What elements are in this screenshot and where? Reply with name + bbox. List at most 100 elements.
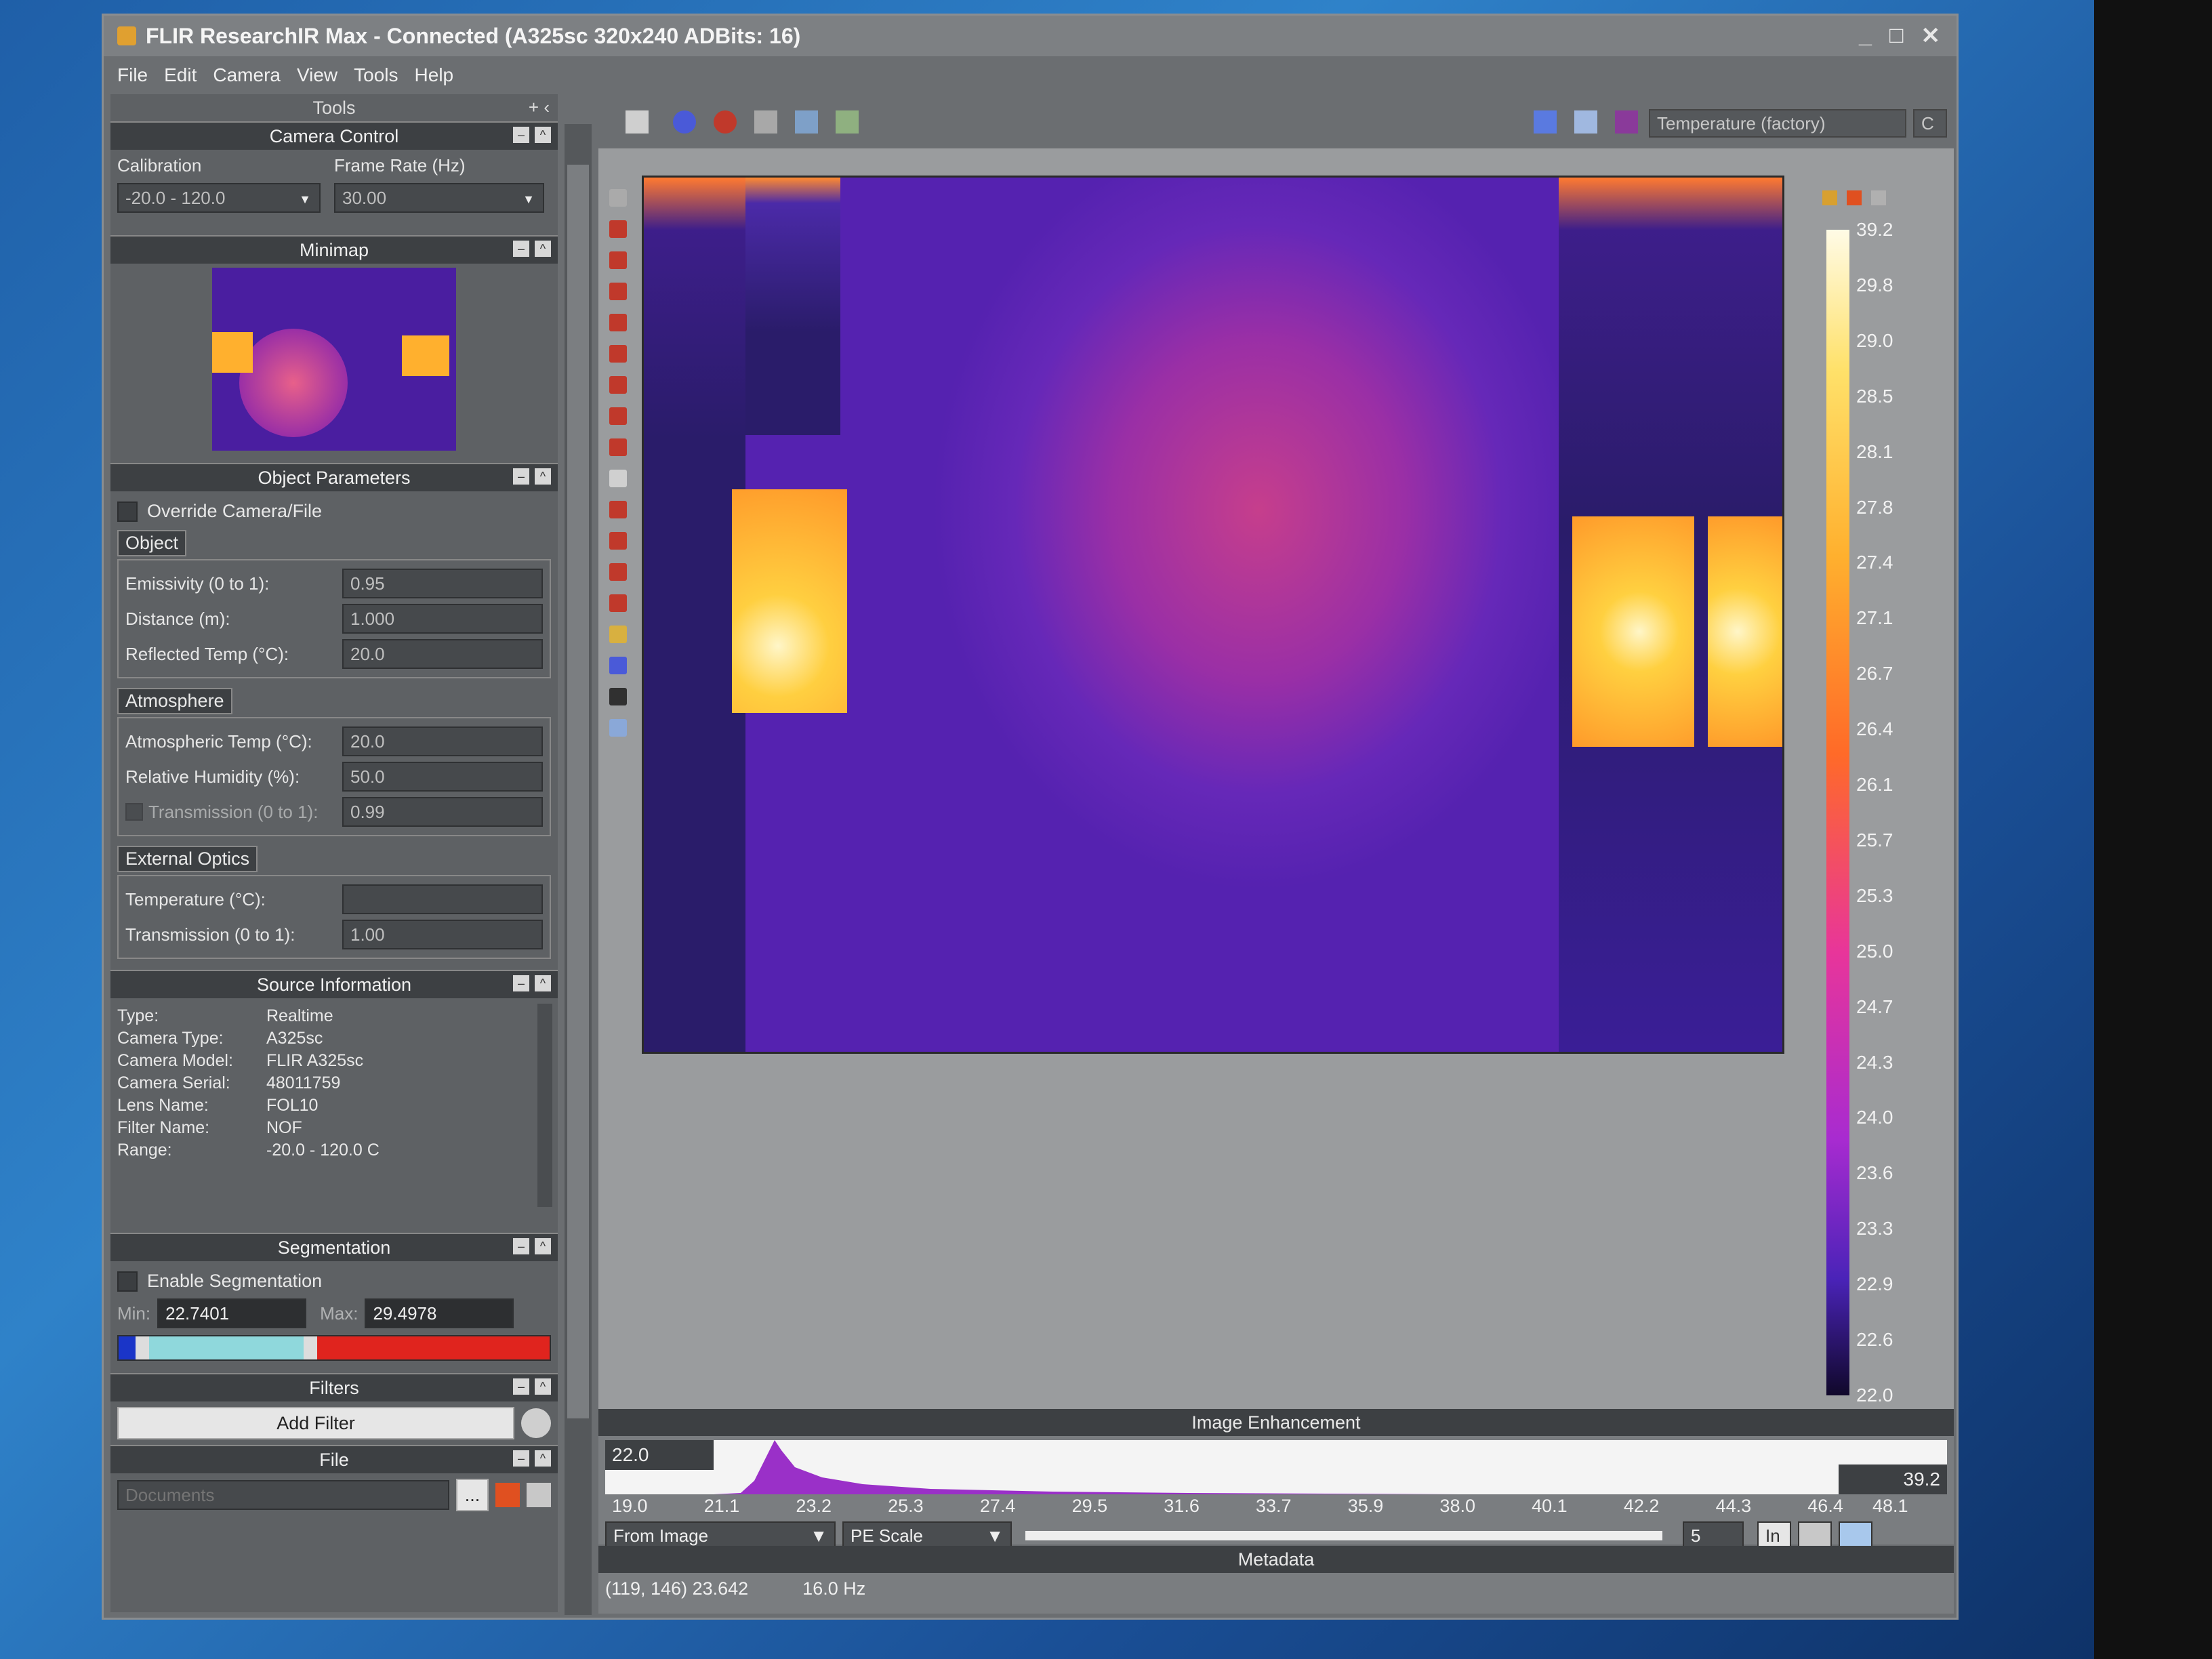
palette-reset-icon[interactable] bbox=[1847, 190, 1862, 205]
polygon-tool-icon[interactable] bbox=[609, 345, 627, 363]
scrollbar-thumb[interactable] bbox=[567, 165, 589, 1418]
collapse-icon[interactable]: – bbox=[513, 1378, 529, 1395]
thermal-image[interactable] bbox=[642, 176, 1784, 1054]
enhancement-slider[interactable] bbox=[1025, 1531, 1662, 1540]
add-filter-button[interactable]: Add Filter bbox=[117, 1407, 514, 1439]
delete-all-icon[interactable] bbox=[609, 594, 627, 612]
menu-camera[interactable]: Camera bbox=[213, 64, 281, 86]
compare-icon[interactable] bbox=[836, 110, 859, 134]
palette-down-icon[interactable] bbox=[1871, 190, 1886, 205]
expand-icon[interactable]: ^ bbox=[535, 1238, 551, 1254]
collapse-icon[interactable]: – bbox=[513, 241, 529, 257]
expand-icon[interactable]: ^ bbox=[535, 1450, 551, 1467]
collapse-icon[interactable]: – bbox=[513, 127, 529, 143]
view-icon[interactable] bbox=[609, 719, 627, 737]
palette-up-icon[interactable] bbox=[1822, 190, 1837, 205]
humidity-field[interactable]: 50.0 bbox=[342, 762, 543, 792]
collapse-icon[interactable]: – bbox=[513, 975, 529, 991]
hot-spot-tool-icon[interactable] bbox=[609, 501, 627, 518]
delete-tool-icon[interactable] bbox=[609, 563, 627, 581]
reflected-temp-field[interactable]: 20.0 bbox=[342, 639, 543, 669]
export-icon[interactable] bbox=[527, 1483, 551, 1507]
minimap-view[interactable] bbox=[212, 268, 456, 451]
ext-temp-field[interactable] bbox=[342, 884, 543, 914]
rectangle-tool-icon[interactable] bbox=[609, 220, 627, 238]
save-roi-icon[interactable] bbox=[609, 688, 627, 705]
expand-icon[interactable]: ^ bbox=[535, 241, 551, 257]
frame-rate-select[interactable]: 30.00 ▼ bbox=[334, 183, 544, 213]
spot-tool-icon[interactable] bbox=[609, 407, 627, 425]
emissivity-field[interactable]: 0.95 bbox=[342, 569, 543, 598]
menu-view[interactable]: View bbox=[297, 64, 337, 86]
close-button[interactable]: ✕ bbox=[1921, 22, 1941, 49]
distance-field[interactable]: 1.000 bbox=[342, 604, 543, 634]
seg-min-field[interactable]: 22.7401 bbox=[157, 1298, 307, 1328]
maximize-button[interactable]: □ bbox=[1889, 22, 1904, 49]
seg-handle-high[interactable] bbox=[304, 1336, 317, 1359]
histogram[interactable]: 22.0 39.2 bbox=[605, 1440, 1947, 1494]
enable-segmentation-checkbox[interactable] bbox=[117, 1271, 138, 1292]
menu-help[interactable]: Help bbox=[415, 64, 454, 86]
ext-transmission-field[interactable]: 1.00 bbox=[342, 920, 543, 949]
load-roi-icon[interactable] bbox=[609, 657, 627, 674]
object-parameters-header[interactable]: Object Parameters – ^ bbox=[110, 463, 558, 491]
expand-icon[interactable]: ^ bbox=[535, 127, 551, 143]
source-information-header[interactable]: Source Information – ^ bbox=[110, 970, 558, 998]
eye-icon[interactable] bbox=[521, 1408, 551, 1438]
palette-icon[interactable] bbox=[1534, 110, 1557, 134]
spot-max-tool-icon[interactable] bbox=[609, 438, 627, 456]
atm-temp-field[interactable]: 20.0 bbox=[342, 726, 543, 756]
open-file-icon[interactable] bbox=[495, 1483, 520, 1507]
override-checkbox-row[interactable]: Override Camera/File bbox=[117, 501, 551, 522]
transmission-field[interactable]: 0.99 bbox=[342, 797, 543, 827]
snapshot-icon[interactable] bbox=[795, 110, 818, 134]
text-tool-icon[interactable] bbox=[609, 470, 627, 487]
camera-control-header[interactable]: Camera Control – ^ bbox=[110, 121, 558, 150]
measurement-mode-select[interactable]: Temperature (factory) bbox=[1649, 109, 1906, 138]
unit-select[interactable]: C bbox=[1913, 109, 1947, 138]
minimap-header[interactable]: Minimap – ^ bbox=[110, 235, 558, 264]
cold-spot-tool-icon[interactable] bbox=[609, 532, 627, 550]
file-path-input[interactable] bbox=[117, 1480, 449, 1510]
crosshair-icon[interactable] bbox=[673, 110, 696, 134]
select-tool-icon[interactable] bbox=[609, 189, 627, 207]
left-pillar bbox=[644, 178, 745, 1052]
hist-min-value[interactable]: 22.0 bbox=[605, 1440, 714, 1470]
segmentation-slider[interactable] bbox=[117, 1335, 551, 1361]
record-icon[interactable] bbox=[714, 110, 737, 134]
freehand-tool-icon[interactable] bbox=[609, 376, 627, 394]
collapse-icon[interactable]: – bbox=[513, 468, 529, 485]
menu-tools[interactable]: Tools bbox=[354, 64, 398, 86]
folder-icon[interactable] bbox=[609, 626, 627, 643]
temperature-colorbar[interactable] bbox=[1826, 230, 1849, 1395]
flip-icon[interactable] bbox=[1574, 110, 1597, 134]
source-scrollbar[interactable] bbox=[537, 1004, 552, 1207]
minimize-button[interactable]: _ bbox=[1859, 22, 1872, 49]
cursor-icon[interactable] bbox=[754, 110, 777, 134]
tools-scrollbar[interactable] bbox=[565, 124, 592, 1615]
browse-button[interactable]: ... bbox=[456, 1479, 489, 1511]
collapse-icon[interactable]: – bbox=[513, 1238, 529, 1254]
transmission-checkbox[interactable] bbox=[125, 803, 143, 821]
seg-max-field[interactable]: 29.4978 bbox=[365, 1298, 514, 1328]
color-map-icon[interactable] bbox=[1615, 110, 1638, 134]
calibration-select[interactable]: -20.0 - 120.0 ▼ bbox=[117, 183, 321, 213]
menu-file[interactable]: File bbox=[117, 64, 148, 86]
seg-handle-low[interactable] bbox=[136, 1336, 149, 1359]
override-checkbox[interactable] bbox=[117, 501, 138, 522]
filters-header[interactable]: Filters – ^ bbox=[110, 1373, 558, 1401]
expand-icon[interactable]: ^ bbox=[535, 1378, 551, 1395]
hist-max-value[interactable]: 39.2 bbox=[1839, 1465, 1947, 1494]
layout-icon[interactable] bbox=[626, 110, 649, 134]
file-header[interactable]: File – ^ bbox=[110, 1445, 558, 1473]
segmentation-header[interactable]: Segmentation – ^ bbox=[110, 1233, 558, 1261]
pin-icon[interactable]: + ‹ bbox=[529, 97, 550, 118]
ellipse-tool-icon[interactable] bbox=[609, 251, 627, 269]
expand-icon[interactable]: ^ bbox=[535, 468, 551, 485]
enable-segmentation-row[interactable]: Enable Segmentation bbox=[117, 1271, 551, 1292]
expand-icon[interactable]: ^ bbox=[535, 975, 551, 991]
menu-edit[interactable]: Edit bbox=[164, 64, 197, 86]
line-tool-icon[interactable] bbox=[609, 283, 627, 300]
polyline-tool-icon[interactable] bbox=[609, 314, 627, 331]
collapse-icon[interactable]: – bbox=[513, 1450, 529, 1467]
